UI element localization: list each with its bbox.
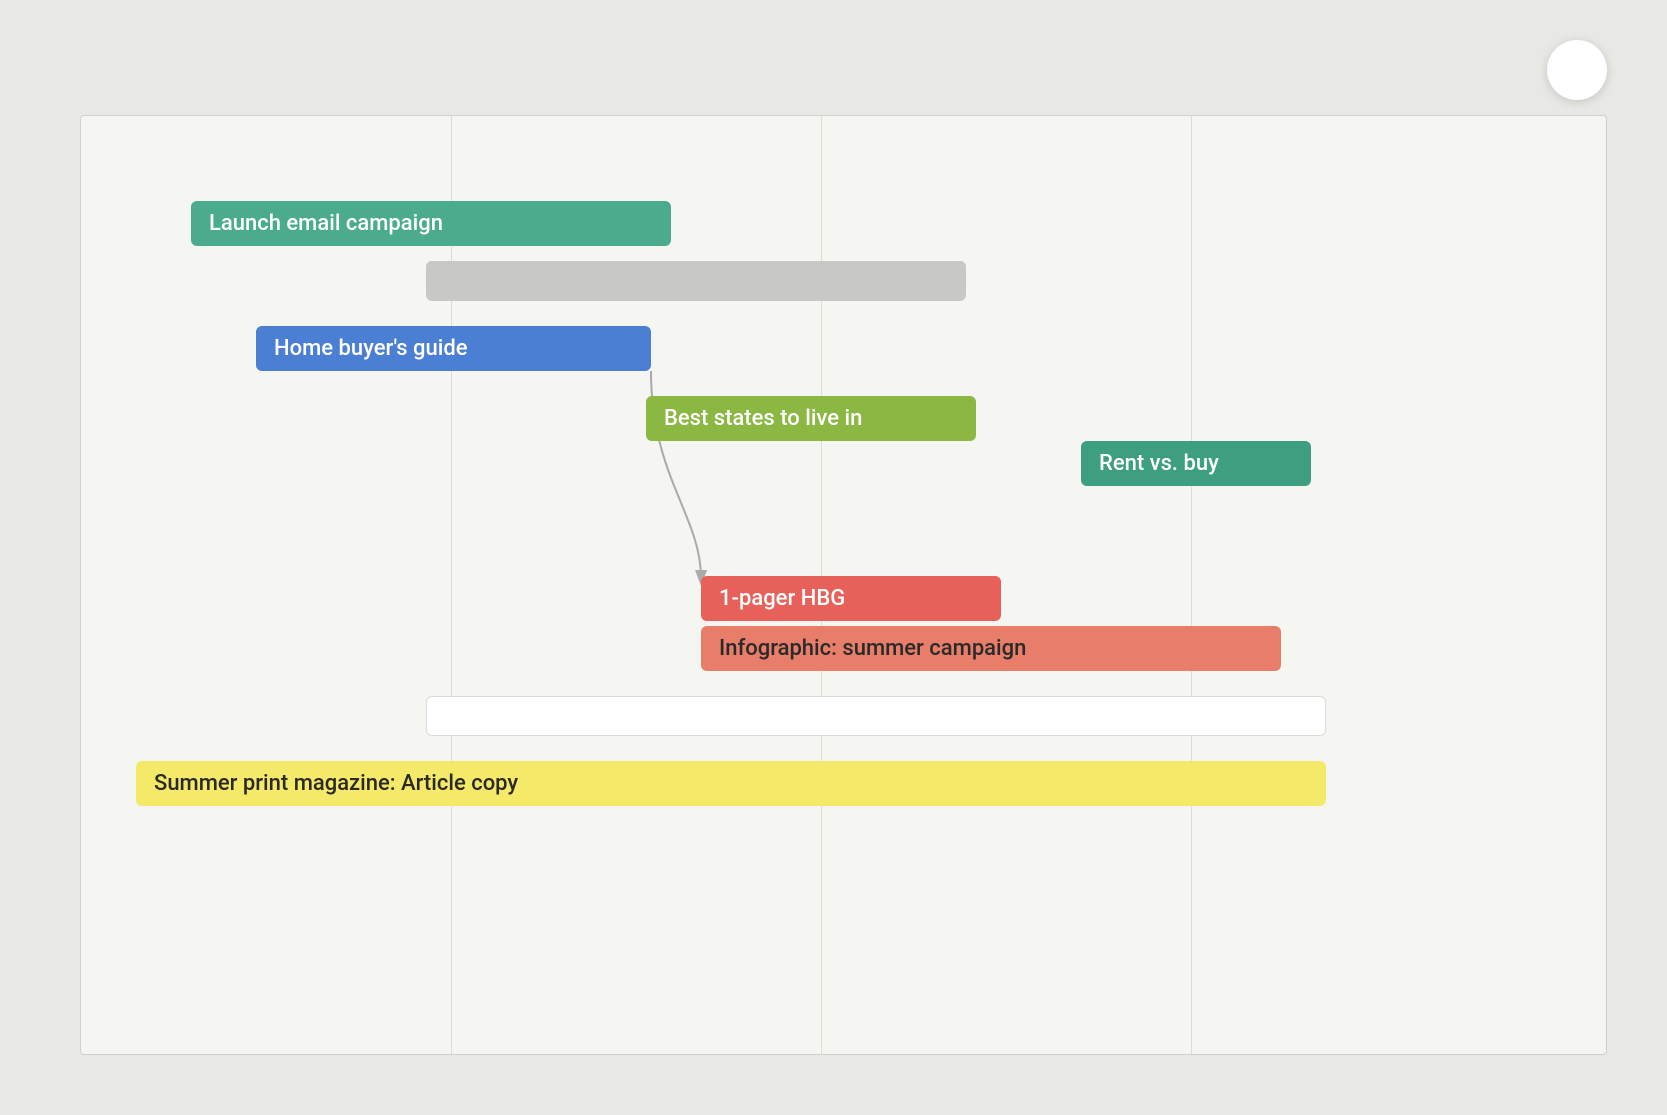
grid-line-2 <box>1191 116 1192 1054</box>
task-label-infographic-summer: Infographic: summer campaign <box>719 636 1026 661</box>
task-bar-launch-email[interactable]: Launch email campaign <box>191 201 671 246</box>
task-bar-infographic-summer[interactable]: Infographic: summer campaign <box>701 626 1281 671</box>
task-label-best-states: Best states to live in <box>664 406 862 431</box>
task-bar-one-pager-hbg[interactable]: 1-pager HBG <box>701 576 1001 621</box>
lightning-action-button[interactable] <box>1547 40 1607 100</box>
task-bar-rent-vs-buy[interactable]: Rent vs. buy <box>1081 441 1311 486</box>
task-bar-unnamed-bar-1[interactable] <box>426 261 966 301</box>
grid-line-0 <box>451 116 452 1054</box>
task-bar-unnamed-bar-2[interactable] <box>426 696 1326 736</box>
task-label-rent-vs-buy: Rent vs. buy <box>1099 451 1219 476</box>
task-label-one-pager-hbg: 1-pager HBG <box>719 586 845 611</box>
task-label-summer-print: Summer print magazine: Article copy <box>154 771 518 796</box>
task-label-home-buyers-guide: Home buyer's guide <box>274 336 468 361</box>
gantt-canvas: Launch email campaign Home buyer's guide B… <box>80 115 1607 1055</box>
task-label-launch-email: Launch email campaign <box>209 211 443 236</box>
task-bar-home-buyers-guide[interactable]: Home buyer's guide <box>256 326 651 371</box>
task-bar-best-states[interactable]: Best states to live in <box>646 396 976 441</box>
task-bar-summer-print[interactable]: Summer print magazine: Article copy <box>136 761 1326 806</box>
